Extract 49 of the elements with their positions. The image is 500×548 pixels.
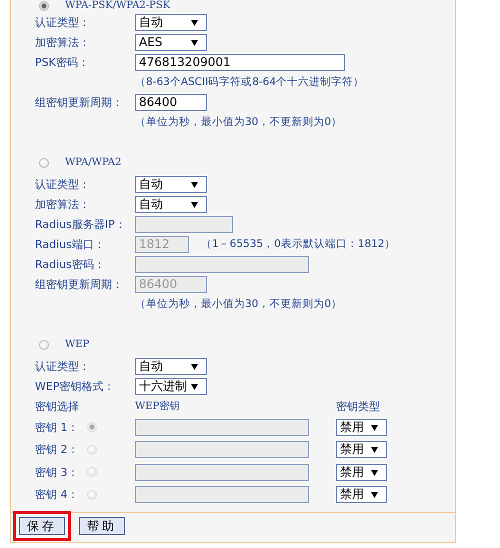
hint-text: （单位为秒，最小值为30，不更新则为0） [135,115,342,129]
field-label: PSK密码： [35,54,90,70]
radio-button[interactable] [39,158,49,168]
dropdown[interactable]: 自动 [135,176,207,192]
caret-icon [191,40,198,46]
action-button[interactable]: 保存 [19,517,65,535]
section-title: WPA/WPA2 [65,158,122,168]
key-label: 密钥 2： [35,442,80,458]
field-label: 组密钥更新周期： [35,94,124,110]
caret-icon [191,384,198,390]
caret-icon [191,202,198,208]
section-title: WEP [65,340,90,350]
key-label: 密钥 1： [35,420,80,435]
field-label: 组密钥更新周期： [35,276,124,292]
dropdown[interactable]: 自动 [135,196,207,212]
hint-text: （1－65535，0表示默认端口：1812） [201,237,396,251]
field-label: 加密算法： [35,34,91,50]
caret-icon [371,470,378,476]
caret-icon [191,364,198,370]
field-label: 认证类型： [35,14,91,30]
input-field[interactable]: 86400 [135,94,207,110]
action-button[interactable]: 帮助 [79,517,125,535]
field-label: Radius密码： [35,256,106,272]
field-label: 认证类型： [35,176,91,192]
hint-text: （单位为秒，最小值为30，不更新则为0） [135,297,342,311]
field-label: 加密算法： [35,196,91,212]
caret-icon [371,424,378,431]
key-label: 密钥 3： [35,464,80,480]
field-label: Radius服务器IP： [35,216,127,232]
field-label: 认证类型： [35,358,91,374]
caret-icon [191,20,198,26]
section-title: WPA-PSK/WPA2-PSK [65,0,170,10]
hint-text: （8-63个ASCII码字符或8-64个十六进制字符） [135,75,364,89]
field-label: WEP密钥格式： [35,378,116,394]
dropdown[interactable]: 自动 [135,358,207,374]
radio-button[interactable] [39,340,49,350]
dropdown[interactable]: 自动 [135,14,207,30]
dropdown[interactable]: AES [135,34,207,50]
column-header: 密钥选择 [35,398,80,414]
input-field[interactable]: 476813209001 [135,54,345,70]
radio-button[interactable] [39,0,49,10]
caret-icon [371,492,378,498]
caret-icon [191,182,198,188]
column-header: WEP密钥 [135,400,180,413]
column-header: 密钥类型 [336,398,380,414]
dropdown[interactable]: 十六进制 [135,378,207,394]
field-label: Radius端口： [35,236,106,252]
key-label: 密钥 4： [35,487,80,502]
caret-icon [371,447,378,454]
